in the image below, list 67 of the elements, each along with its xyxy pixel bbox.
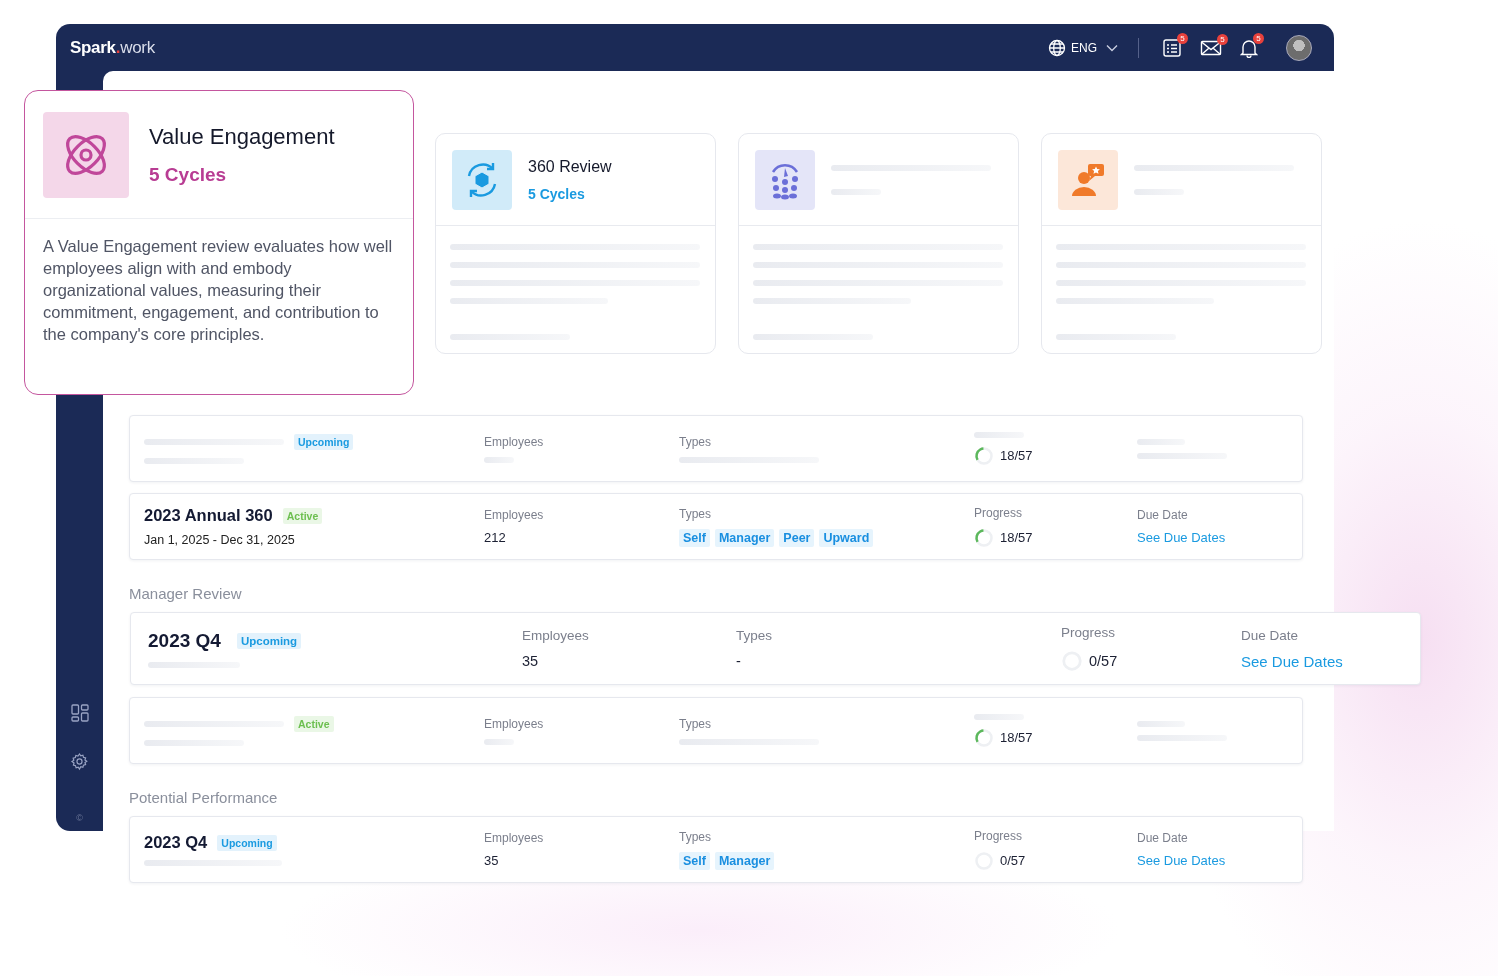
avatar[interactable] <box>1286 34 1312 61</box>
column-label: Types <box>679 716 712 731</box>
column-label: Types <box>679 434 712 449</box>
type-tag: Self <box>679 528 710 547</box>
progress-count: 0/57 <box>1000 853 1026 868</box>
status-badge: Upcoming <box>294 433 354 450</box>
bell-icon[interactable] <box>1240 37 1258 58</box>
section-title: Manager Review <box>129 584 243 604</box>
progress-count: 18/57 <box>1000 448 1033 463</box>
language-selector[interactable]: ENG <box>1071 40 1097 55</box>
progress-count: 18/57 <box>1000 530 1033 545</box>
list-icon[interactable] <box>1162 37 1182 58</box>
status-badge: Active <box>294 715 334 732</box>
count-badge: 5 <box>1177 32 1188 44</box>
column-label: Employees <box>484 831 545 845</box>
column-label: Employees <box>484 434 545 449</box>
employee-count: 35 <box>522 653 540 669</box>
type-tag: Upward <box>819 528 874 547</box>
section-title: Potential Performance <box>129 788 279 808</box>
due-dates-link[interactable]: See Due Dates <box>1137 530 1302 545</box>
copyright-mark: © <box>76 813 83 823</box>
card-title: Value Engagement <box>149 124 335 150</box>
progress-ring <box>974 727 994 748</box>
employee-count: 35 <box>484 853 500 868</box>
card-description: A Value Engagement review evaluates how well employees align with and embody organizational values, measuring their commitment, engagement, and contribution to the company's core principles. <box>42 236 394 345</box>
globe-icon <box>1048 38 1066 57</box>
due-dates-link[interactable]: See Due Dates <box>1137 853 1302 868</box>
types-value: - <box>736 653 742 669</box>
column-label: Due Date <box>1137 831 1189 845</box>
column-label: Types <box>679 506 712 521</box>
column-label: Types <box>679 829 712 844</box>
type-tag: Peer <box>779 528 815 547</box>
column-label: Progress <box>1061 625 1117 640</box>
review-name: 2023 Q4 <box>144 833 208 852</box>
type-tag: Manager <box>714 851 775 870</box>
dashboard-icon[interactable] <box>70 704 89 722</box>
chevron-down-icon[interactable] <box>1106 43 1118 52</box>
card-title: 360 Review <box>528 157 612 176</box>
column-label: Employees <box>484 508 545 522</box>
progress-ring <box>974 527 994 548</box>
status-badge: Active <box>282 507 323 524</box>
column-label: Employees <box>522 628 590 643</box>
status-badge: Upcoming <box>217 834 277 851</box>
cycle-count: 5 Cycles <box>149 164 228 186</box>
progress-ring <box>974 445 994 466</box>
count-badge: 5 <box>1217 33 1228 45</box>
mail-icon[interactable] <box>1200 38 1222 57</box>
settings-icon[interactable] <box>70 752 89 771</box>
type-tag: Self <box>679 851 710 870</box>
type-tag: Manager <box>714 528 775 547</box>
review-name: 2023 Q4 <box>148 629 221 652</box>
status-badge: Upcoming <box>236 632 302 649</box>
progress-count: 18/57 <box>1000 730 1033 745</box>
count-badge: 5 <box>1253 32 1264 44</box>
date-range: Jan 1, 2025 - Dec 31, 2025 <box>144 533 296 547</box>
column-label: Types <box>736 628 774 643</box>
employee-count: 212 <box>484 530 507 545</box>
review-name: 2023 Annual 360 <box>144 506 273 525</box>
due-dates-link[interactable]: See Due Dates <box>1241 652 1420 670</box>
column-label: Progress <box>974 505 1024 520</box>
progress-count: 0/57 <box>1089 653 1118 669</box>
column-label: Due Date <box>1241 627 1300 643</box>
column-label: Employees <box>484 716 545 731</box>
column-label: Due Date <box>1137 508 1189 522</box>
cycle-count: 5 Cycles <box>528 185 586 202</box>
column-label: Progress <box>974 828 1024 843</box>
logo[interactable]: Spark.work <box>70 37 155 58</box>
